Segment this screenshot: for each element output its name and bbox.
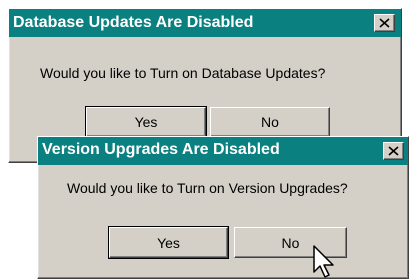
yes-button[interactable]: Yes bbox=[108, 226, 229, 259]
close-x-icon bbox=[388, 146, 399, 156]
yes-button[interactable]: Yes bbox=[85, 106, 207, 138]
close-button[interactable] bbox=[383, 142, 404, 160]
dialog-message: Would you like to Turn on Version Upgrad… bbox=[67, 180, 348, 196]
version-upgrades-dialog: Version Upgrades Are Disabled Would you … bbox=[37, 136, 409, 279]
dialog-titlebar[interactable]: Version Upgrades Are Disabled bbox=[38, 137, 408, 165]
dialog-message: Would you like to Turn on Database Updat… bbox=[40, 65, 326, 81]
dialog-title: Database Updates Are Disabled bbox=[13, 14, 254, 31]
arrow-cursor-icon bbox=[313, 245, 334, 278]
no-button[interactable]: No bbox=[210, 107, 330, 137]
close-x-icon bbox=[379, 18, 390, 28]
close-button[interactable] bbox=[374, 14, 395, 32]
dialog-title: Version Upgrades Are Disabled bbox=[42, 141, 280, 158]
dialog-titlebar[interactable]: Database Updates Are Disabled bbox=[9, 9, 401, 37]
